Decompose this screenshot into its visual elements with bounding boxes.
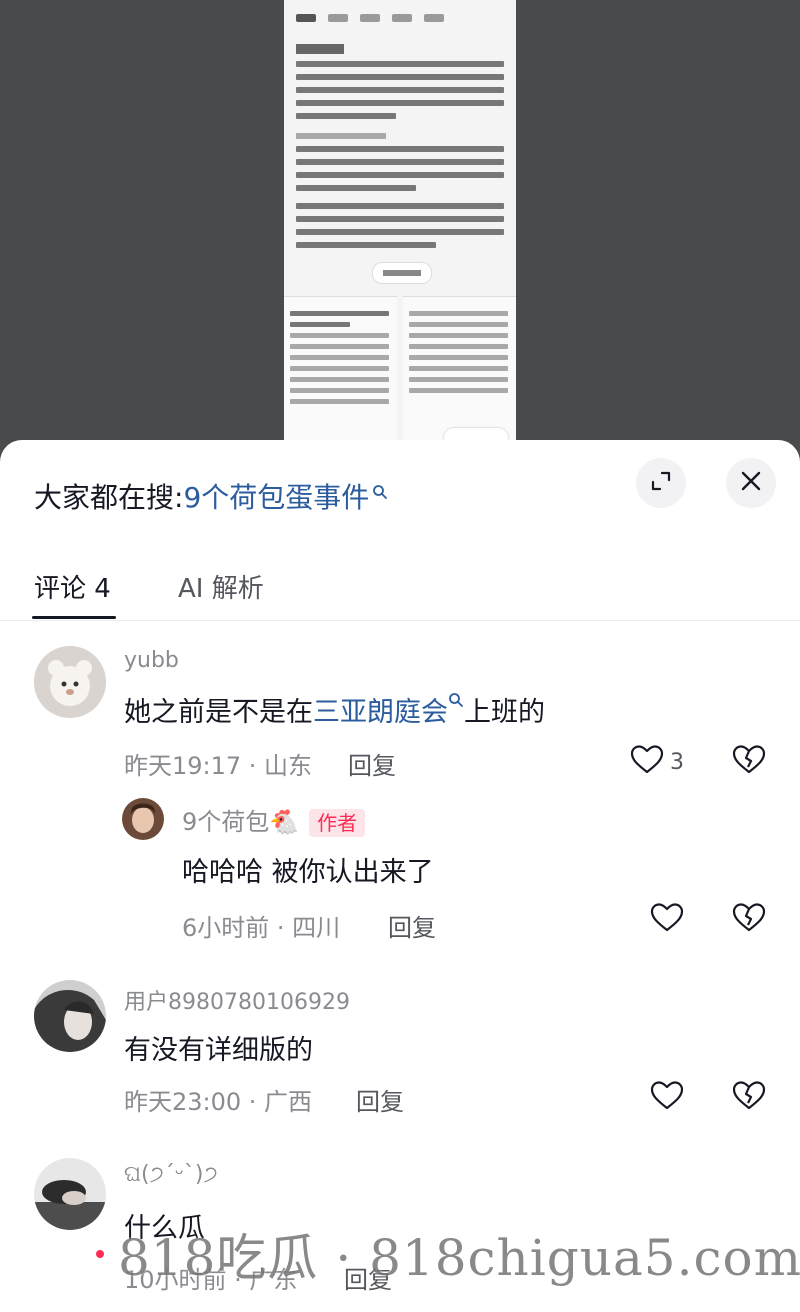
reply-button[interactable]: 回复 — [388, 908, 436, 943]
watermark-dot — [96, 1250, 104, 1258]
comment-item: 用户8980780106929 有没有详细版的 昨天23:00 · 广西 回复 — [0, 976, 800, 1126]
broken-heart-icon — [732, 745, 766, 778]
dislike-button[interactable] — [732, 744, 766, 778]
heart-icon — [650, 1080, 684, 1116]
broken-heart-icon — [732, 903, 766, 936]
comment-search-link[interactable]: 三亚朗庭会 — [313, 697, 448, 728]
reply-item: 9个荷包🐔 作者 哈哈哈 被你认出来了 6小时前 · 四川 回复 — [0, 796, 800, 946]
reply-username-row: 9个荷包🐔 作者 — [182, 802, 366, 837]
trending-search[interactable]: 大家都在搜: 9个荷包蛋事件 — [34, 476, 388, 516]
reply-button[interactable]: 回复 — [356, 1082, 404, 1117]
trending-search-prefix: 大家都在搜: — [34, 481, 184, 514]
author-badge: 作者 — [309, 809, 366, 837]
active-tab-indicator — [32, 616, 116, 619]
avatar[interactable] — [34, 1158, 106, 1230]
broken-heart-icon — [732, 1081, 766, 1114]
comment-meta: 昨天19:17 · 山东 — [124, 752, 313, 780]
heart-icon — [650, 902, 684, 938]
like-count: 3 — [670, 749, 684, 775]
comment-tabs: 评论 4 AI 解析 — [0, 560, 800, 620]
expand-button[interactable] — [636, 458, 686, 508]
comment-username[interactable]: yubb — [124, 648, 179, 673]
comment-text-before: 她之前是不是在 — [124, 697, 313, 728]
comment-text-after: 上班的 — [464, 697, 545, 728]
comment-meta: 昨天23:00 · 广西 — [124, 1088, 313, 1116]
like-button[interactable] — [650, 902, 684, 938]
avatar[interactable] — [34, 646, 106, 718]
search-icon — [448, 693, 464, 728]
comment-username[interactable]: ଘ(੭ˊᵕˋ)੭ — [124, 1162, 218, 1187]
dislike-button[interactable] — [732, 1080, 766, 1114]
tab-ai-analysis[interactable]: AI 解析 — [178, 568, 264, 605]
reply-username[interactable]: 9个荷包🐔 — [182, 808, 299, 836]
reply-button[interactable]: 回复 — [348, 746, 396, 781]
tabs-divider — [0, 620, 800, 621]
search-icon — [372, 474, 388, 507]
reply-text: 哈哈哈 被你认出来了 — [182, 857, 434, 888]
avatar[interactable] — [34, 980, 106, 1052]
tab-comments[interactable]: 评论 4 — [34, 568, 111, 605]
comment-text: 她之前是不是在三亚朗庭会 上班的 — [124, 690, 545, 729]
expand-icon — [648, 468, 674, 498]
heart-icon — [630, 744, 664, 780]
comment-text: 有没有详细版的 — [124, 1035, 313, 1066]
comment-sheet: 大家都在搜: 9个荷包蛋事件 评论 4 AI 解析 yubb 她之前是不是在三亚… — [0, 440, 800, 1312]
comment-username[interactable]: 用户8980780106929 — [124, 984, 350, 1016]
trending-search-term[interactable]: 9个荷包蛋事件 — [183, 476, 369, 516]
watermark: 818吃瓜 · 818chigua5.com — [118, 1229, 800, 1287]
close-icon — [739, 469, 763, 497]
like-button[interactable]: 3 — [630, 744, 684, 780]
background-article-screenshot — [284, 0, 516, 450]
like-button[interactable] — [650, 1080, 684, 1116]
close-button[interactable] — [726, 458, 776, 508]
comment-item: yubb 她之前是不是在三亚朗庭会 上班的 昨天19:17 · 山东 回复 3 — [0, 640, 800, 790]
reply-meta: 6小时前 · 四川 — [182, 914, 341, 942]
dislike-button[interactable] — [732, 902, 766, 936]
sheet-header: 大家都在搜: 9个荷包蛋事件 — [0, 440, 800, 540]
avatar[interactable] — [122, 798, 164, 840]
